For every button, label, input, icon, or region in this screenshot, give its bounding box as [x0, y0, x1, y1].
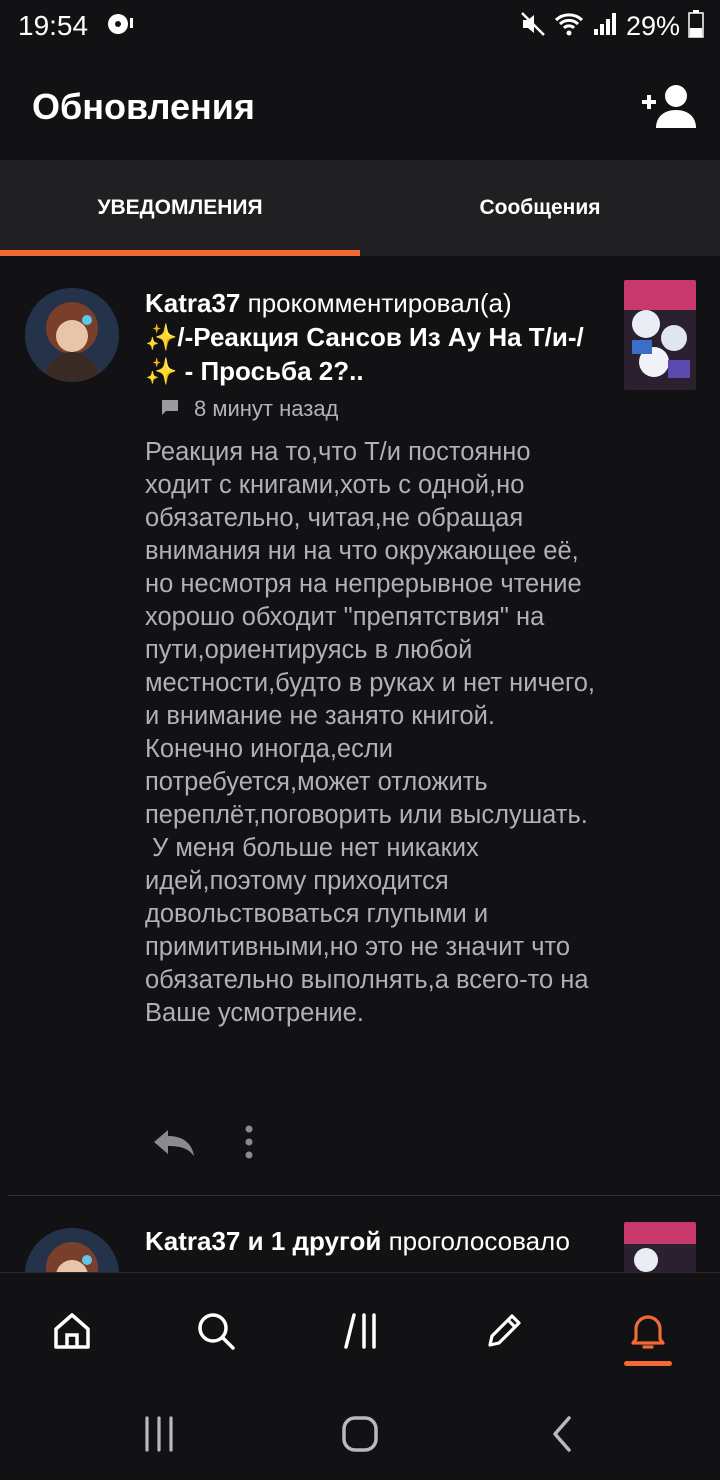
- notification-action: прокомментировал(а): [240, 288, 512, 318]
- more-options-button[interactable]: [244, 1124, 254, 1165]
- username[interactable]: Katra37 и 1 другой: [145, 1226, 381, 1256]
- tab-notifications[interactable]: УВЕДОМЛЕНИЯ: [0, 160, 360, 256]
- notifications-button[interactable]: [618, 1301, 678, 1361]
- comment-text: Реакция на то,что Т/и постоянно ходит с …: [145, 438, 595, 1027]
- avatar[interactable]: [25, 1228, 119, 1272]
- app-bar: Обновления: [0, 60, 720, 156]
- bell-icon: [631, 1315, 665, 1349]
- battery-percent: 29%: [625, 11, 680, 41]
- library-button[interactable]: [332, 1301, 392, 1361]
- notification-item[interactable]: Katra37 и 1 другой проголосовало: [0, 1196, 720, 1272]
- tab-bar: УВЕДОМЛЕНИЯ Сообщения: [0, 160, 720, 256]
- home-icon: [54, 1313, 90, 1349]
- write-button[interactable]: [474, 1301, 534, 1361]
- home-system-button[interactable]: [335, 1412, 385, 1456]
- notification-action: проголосовало: [381, 1226, 570, 1256]
- library-icon: [344, 1313, 376, 1349]
- pencil-icon: [488, 1314, 521, 1347]
- bottom-navigation: [0, 1272, 720, 1389]
- page-title: Обновления: [32, 86, 255, 127]
- active-nav-indicator: [624, 1361, 672, 1366]
- status-bar: 19:54 29%: [0, 0, 720, 52]
- battery-icon: [688, 10, 704, 43]
- avatar[interactable]: [25, 288, 119, 382]
- system-navigation: [0, 1388, 720, 1480]
- notification-item[interactable]: Katra37 прокомментировал(а) ✨/-Реакция С…: [0, 256, 720, 1196]
- back-icon: [553, 1416, 571, 1452]
- story-cover-thumbnail[interactable]: [624, 280, 696, 390]
- username[interactable]: Katra37: [145, 288, 240, 318]
- add-user-icon: [642, 85, 696, 128]
- more-vertical-icon: [245, 1125, 253, 1159]
- signal-icon: [592, 11, 618, 42]
- story-cover-thumbnail[interactable]: [624, 1222, 696, 1272]
- story-title[interactable]: ✨/-Реакция Сансов Из Ау На Т/и-/✨ - Прос…: [145, 322, 584, 386]
- home-circle-icon: [342, 1416, 378, 1452]
- recent-apps-button[interactable]: [134, 1412, 184, 1456]
- status-time: 19:54: [18, 10, 89, 41]
- tab-messages[interactable]: Сообщения: [360, 160, 720, 256]
- add-friend-button[interactable]: [640, 82, 696, 130]
- search-icon: [198, 1313, 235, 1350]
- reply-button[interactable]: [150, 1126, 198, 1163]
- recents-icon: [145, 1416, 173, 1452]
- timestamp: 8 минут назад: [194, 396, 339, 421]
- media-icon: [106, 12, 134, 41]
- wifi-icon: [554, 11, 584, 42]
- home-button[interactable]: [42, 1301, 102, 1361]
- mute-icon: [520, 11, 546, 42]
- reply-icon: [154, 1130, 194, 1156]
- search-button[interactable]: [186, 1301, 246, 1361]
- comment-icon: [160, 396, 180, 422]
- back-button[interactable]: [538, 1412, 588, 1456]
